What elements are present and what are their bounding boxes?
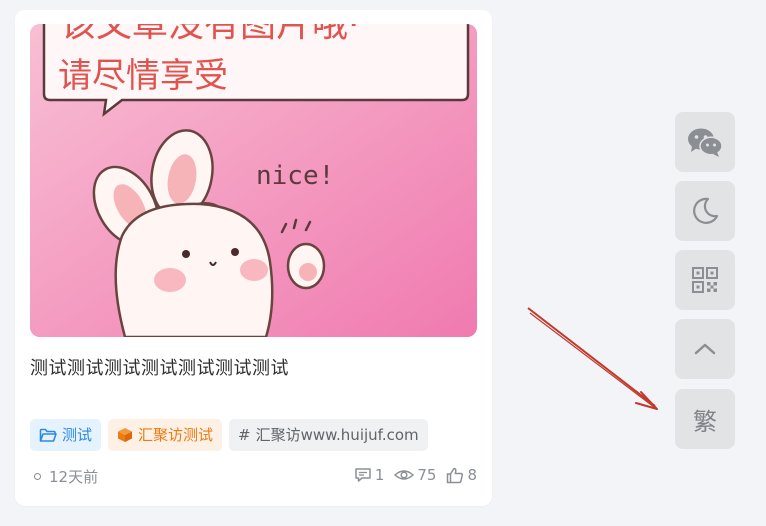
wechat-button[interactable] (675, 112, 735, 172)
wechat-icon (687, 126, 723, 158)
tag-keyword[interactable]: # 汇聚访www.huijuf.com (229, 419, 428, 451)
image-caption-line2: 请尽情享受 (58, 56, 228, 96)
comment-count-value: 1 (374, 466, 385, 484)
tag-keyword-label: 汇聚访www.huijuf.com (255, 426, 419, 444)
eye-icon (394, 468, 415, 482)
like-count-value: 8 (467, 466, 477, 484)
chevron-up-icon (693, 341, 717, 357)
post-thumbnail[interactable]: 该文章没有图片哦· 请尽情享受 nice! (30, 24, 477, 337)
traditional-chinese-button[interactable]: 繁 (675, 389, 735, 449)
hash-icon: # (238, 426, 251, 444)
tag-list: 测试 汇聚访测试 # 汇聚访www.huijuf.com (30, 419, 428, 451)
dark-mode-button[interactable] (675, 181, 735, 241)
back-to-top-button[interactable] (675, 319, 735, 379)
thumbs-up-icon (446, 467, 464, 484)
folder-icon (39, 428, 57, 443)
image-sticker-text: nice! (256, 161, 334, 191)
traditional-chinese-label: 繁 (693, 407, 717, 436)
comment-count[interactable]: 1 (354, 466, 385, 484)
tag-topic[interactable]: 汇聚访测试 (108, 419, 223, 451)
tag-topic-label: 汇聚访测试 (138, 426, 214, 444)
view-count-value: 75 (417, 466, 437, 484)
post-card[interactable]: 该文章没有图片哦· 请尽情享受 nice! 测试测试测试测试测试测试测试 测试 … (15, 10, 492, 506)
tag-category-label: 测试 (62, 426, 93, 444)
qrcode-icon (692, 267, 718, 293)
tag-category[interactable]: 测试 (30, 419, 102, 451)
qrcode-button[interactable] (675, 250, 735, 310)
post-title[interactable]: 测试测试测试测试测试测试测试 (30, 354, 477, 380)
comment-icon (354, 467, 372, 483)
post-meta: 12天前 1 75 8 (30, 466, 477, 490)
post-stats: 1 75 8 (354, 466, 477, 484)
moon-icon (690, 196, 720, 226)
like-count[interactable]: 8 (446, 466, 477, 484)
post-time: 12天前 (34, 466, 98, 487)
page: 该文章没有图片哦· 请尽情享受 nice! 测试测试测试测试测试测试测试 测试 … (0, 0, 766, 526)
cube-icon (117, 427, 133, 443)
post-time-text: 12天前 (49, 468, 99, 486)
time-dot-icon (34, 473, 41, 480)
view-count: 75 (394, 466, 436, 484)
image-caption-line1: 该文章没有图片哦· (60, 24, 359, 45)
